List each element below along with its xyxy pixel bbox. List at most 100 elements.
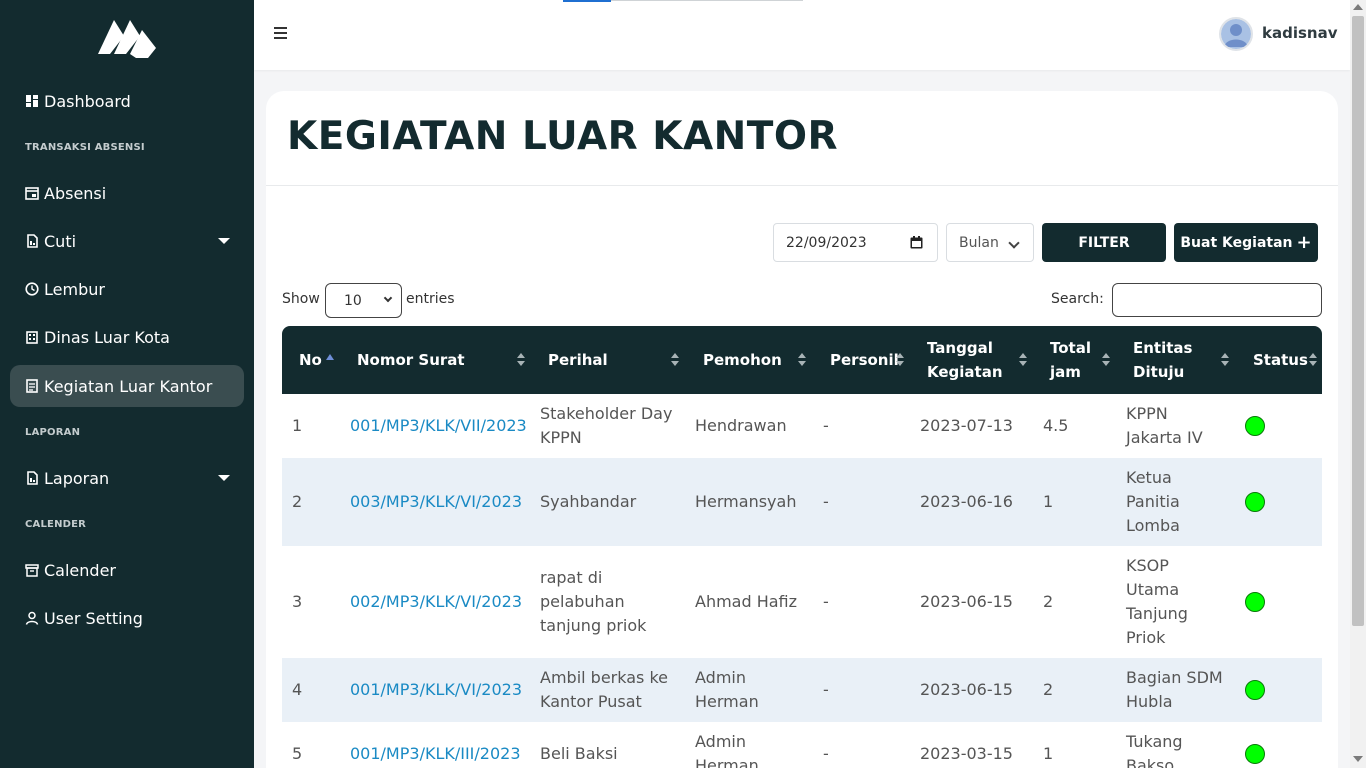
date-value: 22/09/2023 [786,234,867,251]
column-header-tanggal-kegiatan[interactable]: Tanggal Kegiatan [927,326,1027,394]
cell-tanggal: 2023-03-15 [920,744,1013,763]
cell-tanggal: 2023-06-15 [920,592,1013,611]
letter-number-link[interactable]: 001/MP3/KLK/VII/2023 [350,414,527,438]
cell-no: 3 [292,592,303,611]
sidebar-item-cuti[interactable]: Cuti [10,220,244,262]
entries-label: entries [406,291,455,307]
username[interactable]: kadisnav [1262,24,1337,42]
letter-number-link[interactable]: 002/MP3/KLK/VI/2023 [350,590,522,614]
chevron-down-icon [218,475,230,481]
table-row: 5 001/MP3/KLK/III/2023 Beli Baksi Admin H… [282,722,1322,768]
sidebar-item-kegiatan-luar-kantor[interactable]: Kegiatan Luar Kantor [10,365,244,407]
building-icon [26,331,38,344]
chevron-down-icon [383,293,393,303]
table-row: 1 001/MP3/KLK/VII/2023 Stakeholder Day KP… [282,394,1322,458]
cell-perihal: Ambil berkas ke Kantor Pusat [540,668,668,711]
sidebar-item-calender[interactable]: Calender [10,549,244,591]
sidebar-section-laporan: LAPORAN [25,427,81,438]
scroll-up-arrow-icon[interactable] [1353,4,1363,10]
column-header-pemohon[interactable]: Pemohon [703,326,813,394]
sort-icon [671,353,679,367]
table-header: No Nomor Surat Perihal Pemohon Personil … [282,326,1322,394]
avatar[interactable] [1219,17,1253,51]
app-logo[interactable] [96,14,158,58]
sidebar-item-label: Cuti [44,231,77,251]
cell-no: 1 [292,416,303,435]
column-header-no[interactable]: No [299,326,349,394]
archive-icon [25,564,39,577]
cell-entitas: Bagian SDM Hubla [1126,668,1223,711]
cell-total-jam: 1 [1043,492,1054,511]
report-icon [27,471,38,485]
month-select-value: Bulan [959,234,999,251]
search-input[interactable] [1112,283,1322,317]
scrollbar-thumb[interactable] [1352,16,1364,626]
show-label: Show [282,291,320,307]
cell-pemohon: Hendrawan [695,416,787,435]
plus-icon: + [1296,232,1312,253]
status-indicator [1245,592,1265,612]
loading-indicator [563,0,611,2]
sidebar-item-dashboard[interactable]: Dashboard [10,80,244,122]
create-activity-button[interactable]: Buat Kegiatan + [1174,223,1318,262]
sidebar-item-label: Lembur [44,279,105,299]
sidebar-item-label: Calender [44,560,116,580]
table-row: 3 002/MP3/KLK/VI/2023 rapat di pelabuhan t… [282,546,1322,658]
cell-personil: - [823,680,829,699]
letter-number-link[interactable]: 001/MP3/KLK/VI/2023 [350,678,522,702]
sidebar-item-dinas-luar-kota[interactable]: Dinas Luar Kota [10,316,244,358]
cell-entitas: Tukang Bakso [1126,732,1183,768]
status-indicator [1245,680,1265,700]
sidebar-item-label: Dinas Luar Kota [44,327,170,347]
cell-perihal: rapat di pelabuhan tanjung priok [540,568,647,635]
cell-total-jam: 4.5 [1043,416,1069,435]
sort-icon [1309,353,1317,367]
chevron-down-icon [218,238,230,244]
divider [266,185,1338,186]
cell-pemohon: Hermansyah [695,492,797,511]
sort-icon [1221,353,1229,367]
cell-personil: - [823,592,829,611]
entries-select[interactable]: 10 [325,283,402,318]
sidebar-item-label: Absensi [44,183,107,203]
sidebar-item-lembur[interactable]: Lembur [10,268,244,310]
create-activity-label: Buat Kegiatan [1180,234,1293,251]
calendar-icon[interactable] [910,236,923,249]
column-header-perihal[interactable]: Perihal [548,326,678,394]
cell-no: 2 [292,492,303,511]
clock-icon [25,282,39,296]
column-header-nomor-surat[interactable]: Nomor Surat [357,326,527,394]
hamburger-menu-icon[interactable] [274,27,288,41]
date-input[interactable]: 22/09/2023 [773,223,938,262]
letter-number-link[interactable]: 001/MP3/KLK/III/2023 [350,742,521,766]
page-title: KEGIATAN LUAR KANTOR [287,114,839,159]
status-indicator [1245,416,1265,436]
sidebar-item-laporan[interactable]: Laporan [10,457,244,499]
filter-button[interactable]: FILTER [1042,223,1166,262]
sidebar-item-absensi[interactable]: Absensi [10,172,244,214]
cell-tanggal: 2023-06-15 [920,680,1013,699]
sidebar-item-label: User Setting [44,608,143,628]
sort-icon [798,353,806,367]
cell-no: 5 [292,744,303,763]
sidebar-item-label: Kegiatan Luar Kantor [44,376,213,396]
list-document-icon [26,379,38,393]
column-header-entitas-dituju[interactable]: Entitas Dituju [1133,326,1223,394]
sort-ascending-icon [326,354,334,360]
user-icon [25,611,39,625]
sidebar-section-calender: CALENDER [25,519,87,530]
user-avatar-icon [1221,19,1251,49]
month-select[interactable]: Bulan [946,223,1034,262]
cell-entitas: KPPN Jakarta IV [1126,404,1203,447]
scroll-down-arrow-icon[interactable] [1353,756,1363,762]
dashboard-icon [26,95,38,107]
letter-number-link[interactable]: 003/MP3/KLK/VI/2023 [350,490,522,514]
document-icon [27,234,38,248]
sidebar-item-label: Dashboard [44,91,131,111]
cell-total-jam: 2 [1043,592,1054,611]
entries-value: 10 [344,292,362,309]
sidebar-item-user-setting[interactable]: User Setting [10,597,244,639]
cell-perihal: Syahbandar [540,492,637,511]
cell-pemohon: Admin Herman [695,668,759,711]
column-header-status[interactable]: Status [1253,326,1313,394]
